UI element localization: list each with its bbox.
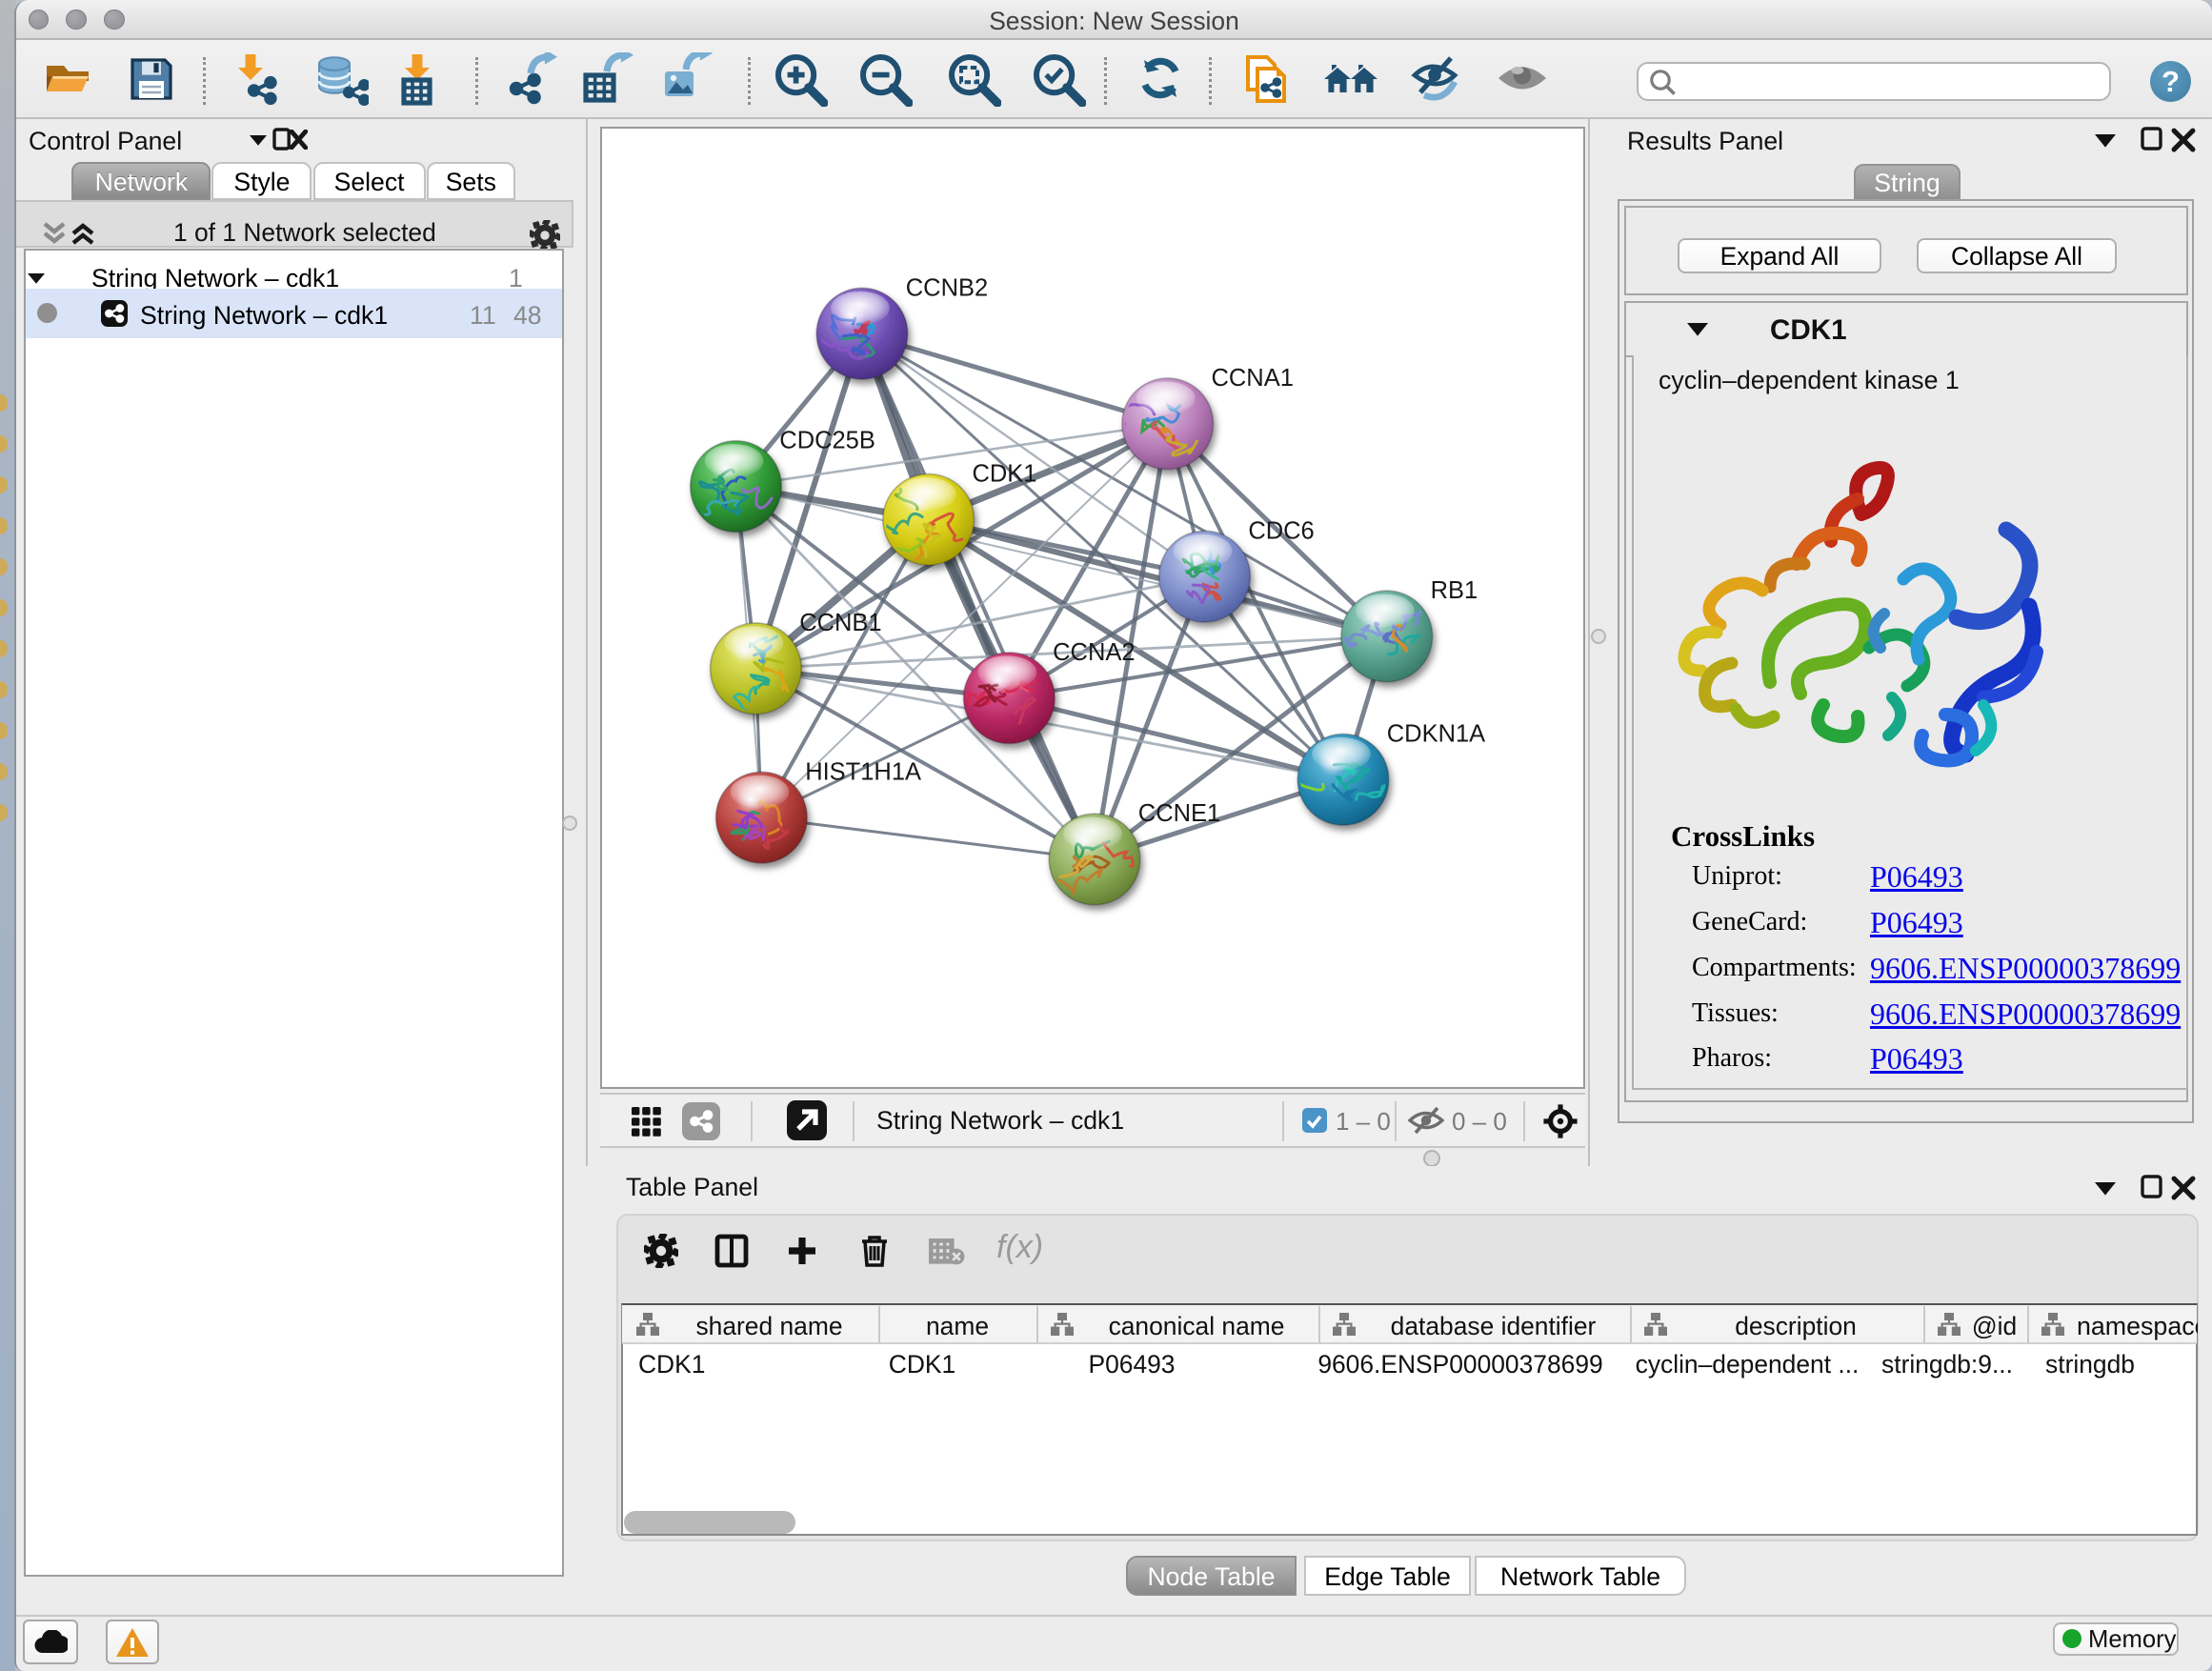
svg-text:CCNE1: CCNE1 bbox=[1138, 800, 1220, 827]
svg-text:CDK1: CDK1 bbox=[973, 461, 1037, 488]
svg-text:CCNB2: CCNB2 bbox=[906, 274, 988, 301]
svg-text:CDC6: CDC6 bbox=[1248, 517, 1314, 544]
svg-text:HIST1H1A: HIST1H1A bbox=[805, 758, 921, 785]
svg-text:CCNB1: CCNB1 bbox=[799, 610, 881, 636]
svg-text:CCNA2: CCNA2 bbox=[1053, 639, 1135, 666]
svg-text:RB1: RB1 bbox=[1431, 577, 1478, 604]
svg-text:CCNA1: CCNA1 bbox=[1212, 365, 1294, 392]
svg-text:CDC25B: CDC25B bbox=[779, 428, 875, 454]
svg-text:CDKN1A: CDKN1A bbox=[1387, 720, 1485, 747]
